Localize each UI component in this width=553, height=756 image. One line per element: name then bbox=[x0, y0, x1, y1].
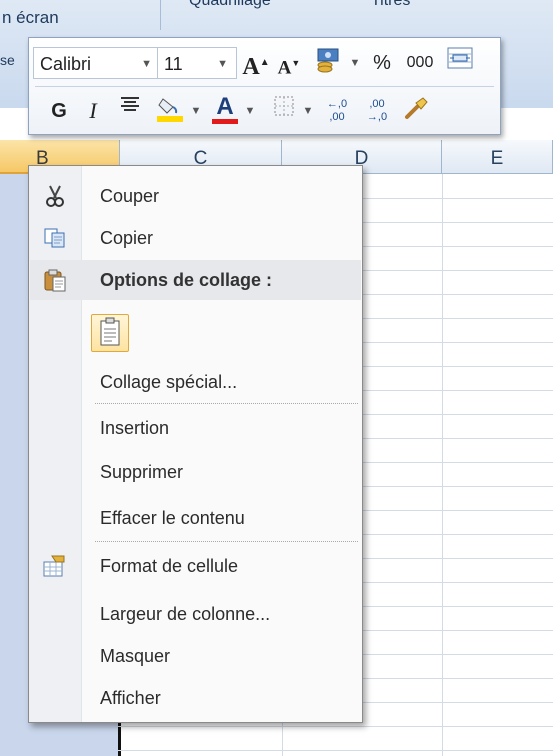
paint-bucket-icon bbox=[157, 98, 183, 122]
gridline bbox=[118, 750, 553, 751]
context-menu: Couper Copier Options de collage : Colla… bbox=[28, 165, 363, 723]
menu-item-label: Effacer le contenu bbox=[100, 508, 245, 528]
merge-center-button[interactable] bbox=[443, 47, 477, 79]
shrink-font-button[interactable]: A▼ bbox=[275, 47, 303, 79]
gridline bbox=[118, 726, 553, 727]
chevron-down-icon[interactable]: ▼ bbox=[301, 95, 315, 127]
center-align-button[interactable] bbox=[115, 95, 145, 127]
menu-item-label: Options de collage : bbox=[100, 270, 273, 290]
toolbar-separator bbox=[35, 86, 494, 87]
borders-button[interactable] bbox=[269, 95, 299, 127]
mini-toolbar-row-1: Calibri ▼ 11 ▼ A▲ A▼ ▼ % 000 bbox=[29, 41, 500, 85]
format-cells-icon bbox=[42, 554, 68, 578]
menu-item-paste-special[interactable]: Collage spécial... bbox=[30, 362, 361, 402]
chevron-down-icon[interactable]: ▼ bbox=[243, 95, 257, 127]
borders-icon bbox=[274, 96, 294, 116]
menu-item-label: Format de cellule bbox=[100, 556, 239, 576]
number-format-button[interactable] bbox=[311, 47, 347, 79]
chevron-down-icon[interactable]: ▼ bbox=[189, 95, 203, 127]
font-color-letter: A bbox=[216, 93, 234, 120]
column-header-e[interactable]: E bbox=[442, 140, 553, 174]
chevron-down-icon[interactable]: ▼ bbox=[347, 47, 363, 79]
fill-color-button[interactable] bbox=[153, 95, 187, 127]
ribbon-show-group: Quadrillage Titres bbox=[160, 0, 461, 30]
menu-item-label: Masquer bbox=[100, 646, 171, 666]
font-color-button[interactable]: A bbox=[209, 95, 241, 127]
align-center-icon bbox=[121, 97, 139, 111]
grow-font-icon: A bbox=[242, 54, 260, 80]
menu-item-label: Afficher bbox=[100, 688, 161, 708]
mini-toolbar-row-2: G I ▼ A ▼ ▼ ←,0 ,00 ,00 →,0 bbox=[29, 89, 500, 133]
increase-decimal-button[interactable]: ←,0 ,00 bbox=[319, 95, 355, 130]
menu-item-label: Collage spécial... bbox=[100, 372, 238, 392]
font-name-combo[interactable]: Calibri ▼ bbox=[33, 47, 161, 79]
menu-separator bbox=[95, 541, 358, 542]
headings-checkbox-label[interactable]: Titres bbox=[371, 0, 410, 10]
font-name-value: Calibri bbox=[40, 54, 92, 74]
paste-icon bbox=[100, 317, 120, 346]
percent-style-button[interactable]: % bbox=[367, 47, 397, 79]
menu-item-delete[interactable]: Supprimer bbox=[30, 452, 361, 492]
currency-icon bbox=[317, 48, 339, 73]
ribbon-text-side: se bbox=[0, 52, 15, 68]
menu-item-hide[interactable]: Masquer bbox=[30, 636, 361, 676]
merge-cells-icon bbox=[447, 47, 473, 69]
menu-item-insert[interactable]: Insertion bbox=[30, 408, 361, 448]
gridlines-checkbox-label[interactable]: Quadrillage bbox=[189, 0, 271, 10]
menu-item-clear-contents[interactable]: Effacer le contenu bbox=[30, 498, 361, 538]
menu-item-label: Copier bbox=[100, 228, 154, 248]
paste-option-button[interactable] bbox=[91, 314, 129, 352]
clipboard-icon bbox=[42, 268, 68, 292]
bold-button[interactable]: G bbox=[47, 95, 71, 127]
chevron-down-icon[interactable]: ▼ bbox=[217, 48, 228, 80]
menu-item-cut[interactable]: Couper bbox=[30, 176, 361, 216]
ribbon-text-top: n écran bbox=[2, 8, 59, 27]
menu-item-label: Insertion bbox=[100, 418, 170, 438]
menu-item-copy[interactable]: Copier bbox=[30, 218, 361, 258]
menu-separator bbox=[95, 403, 358, 404]
menu-item-column-width[interactable]: Largeur de colonne... bbox=[30, 594, 361, 634]
mini-toolbar: Calibri ▼ 11 ▼ A▲ A▼ ▼ % 000 G I ▼ A ▼ ▼… bbox=[28, 37, 501, 135]
menu-header-paste-options: Options de collage : bbox=[30, 260, 361, 300]
menu-item-label: Supprimer bbox=[100, 462, 184, 482]
grow-font-button[interactable]: A▲ bbox=[241, 47, 271, 80]
menu-item-label: Largeur de colonne... bbox=[100, 604, 271, 624]
menu-item-unhide[interactable]: Afficher bbox=[30, 678, 361, 718]
menu-item-label: Couper bbox=[100, 186, 160, 206]
font-size-value: 11 bbox=[164, 54, 183, 74]
italic-button[interactable]: I bbox=[81, 95, 105, 127]
menu-item-format-cells[interactable]: Format de cellule bbox=[30, 546, 361, 586]
decrease-decimal-button[interactable]: ,00 →,0 bbox=[359, 95, 395, 130]
format-painter-icon bbox=[405, 97, 428, 119]
format-painter-button[interactable] bbox=[401, 95, 431, 127]
scissors-icon bbox=[42, 184, 68, 208]
chevron-down-icon[interactable]: ▼ bbox=[141, 48, 152, 80]
gridline bbox=[442, 174, 443, 756]
font-size-combo[interactable]: 11 ▼ bbox=[157, 47, 237, 79]
thousands-separator-button[interactable]: 000 bbox=[399, 47, 441, 79]
shrink-font-icon: A bbox=[277, 57, 292, 79]
copy-icon bbox=[42, 226, 68, 250]
